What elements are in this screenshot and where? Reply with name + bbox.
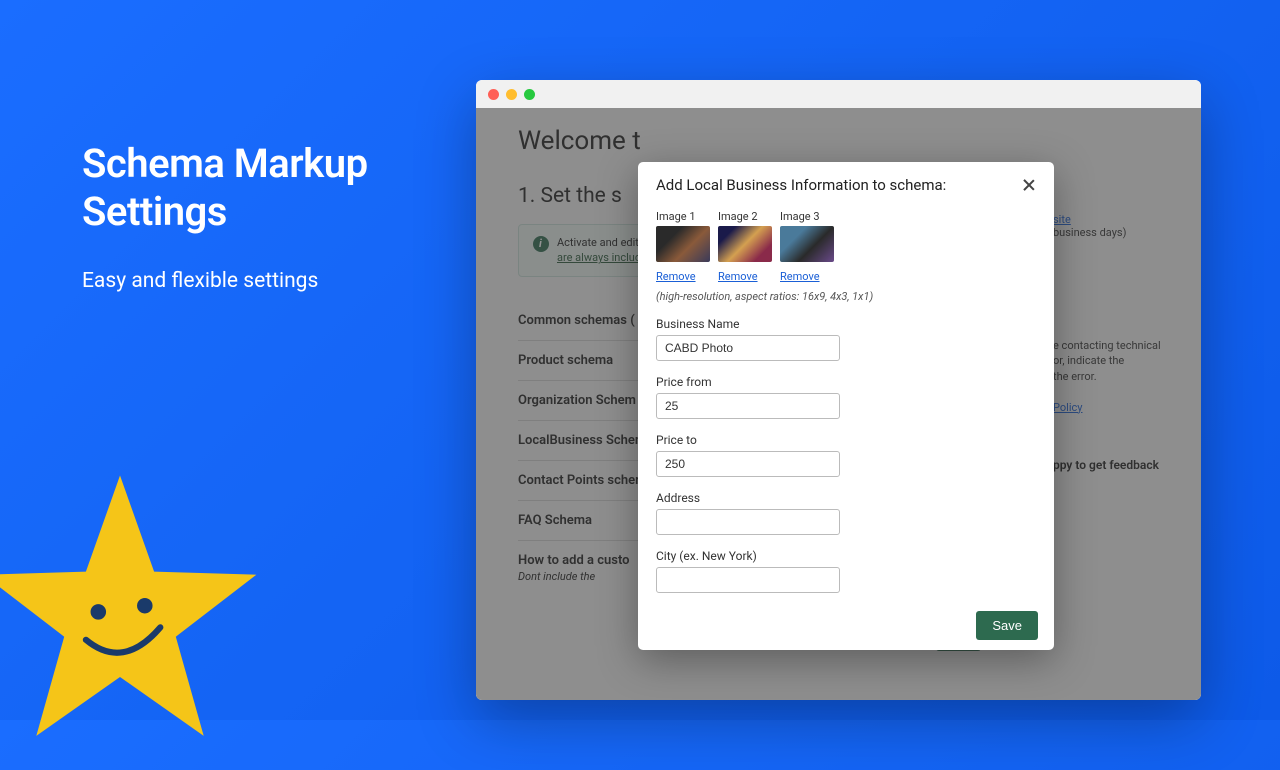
window-titlebar: [476, 80, 1201, 108]
image-label: Image 2: [718, 210, 772, 223]
promo-subtitle: Easy and flexible settings: [82, 264, 422, 300]
app-window: Welcome t 1. Set the s Activate and edit…: [476, 80, 1201, 700]
image-label: Image 3: [780, 210, 834, 223]
image-slot-1: Image 1 Remove: [656, 210, 710, 284]
image-thumb[interactable]: [656, 226, 710, 262]
modal-header: Add Local Business Information to schema…: [638, 162, 1054, 204]
modal-footer: Save: [638, 600, 1054, 650]
price-from-label: Price from: [656, 375, 1036, 389]
image-row: Image 1 Remove Image 2 Remove Image 3 Re…: [656, 210, 1036, 284]
price-to-label: Price to: [656, 433, 1036, 447]
promo-text: Schema Markup Settings Easy and flexible…: [82, 140, 422, 300]
promo-title: Schema Markup Settings: [82, 140, 422, 236]
image-thumb[interactable]: [780, 226, 834, 262]
image-slot-2: Image 2 Remove: [718, 210, 772, 284]
close-icon[interactable]: [1022, 178, 1036, 192]
city-input[interactable]: [656, 567, 840, 593]
address-label: Address: [656, 491, 1036, 505]
image-label: Image 1: [656, 210, 710, 223]
image-thumb[interactable]: [718, 226, 772, 262]
save-button[interactable]: Save: [976, 611, 1038, 640]
star-mascot-icon: [0, 460, 275, 770]
price-from-input[interactable]: [656, 393, 840, 419]
window-zoom-dot[interactable]: [524, 89, 535, 100]
remove-image-link[interactable]: Remove: [780, 270, 820, 283]
price-to-input[interactable]: [656, 451, 840, 477]
remove-image-link[interactable]: Remove: [656, 270, 696, 283]
modal-body[interactable]: Image 1 Remove Image 2 Remove Image 3 Re…: [638, 204, 1054, 600]
window-minimize-dot[interactable]: [506, 89, 517, 100]
image-slot-3: Image 3 Remove: [780, 210, 834, 284]
app-content: Welcome t 1. Set the s Activate and edit…: [476, 108, 1201, 700]
city-label: City (ex. New York): [656, 549, 1036, 563]
address-input[interactable]: [656, 509, 840, 535]
window-close-dot[interactable]: [488, 89, 499, 100]
business-name-label: Business Name: [656, 317, 1036, 331]
local-business-modal: Add Local Business Information to schema…: [638, 162, 1054, 650]
remove-image-link[interactable]: Remove: [718, 270, 758, 283]
business-name-input[interactable]: [656, 335, 840, 361]
modal-title: Add Local Business Information to schema…: [656, 176, 946, 194]
image-hint: (high-resolution, aspect ratios: 16x9, 4…: [656, 290, 1036, 303]
